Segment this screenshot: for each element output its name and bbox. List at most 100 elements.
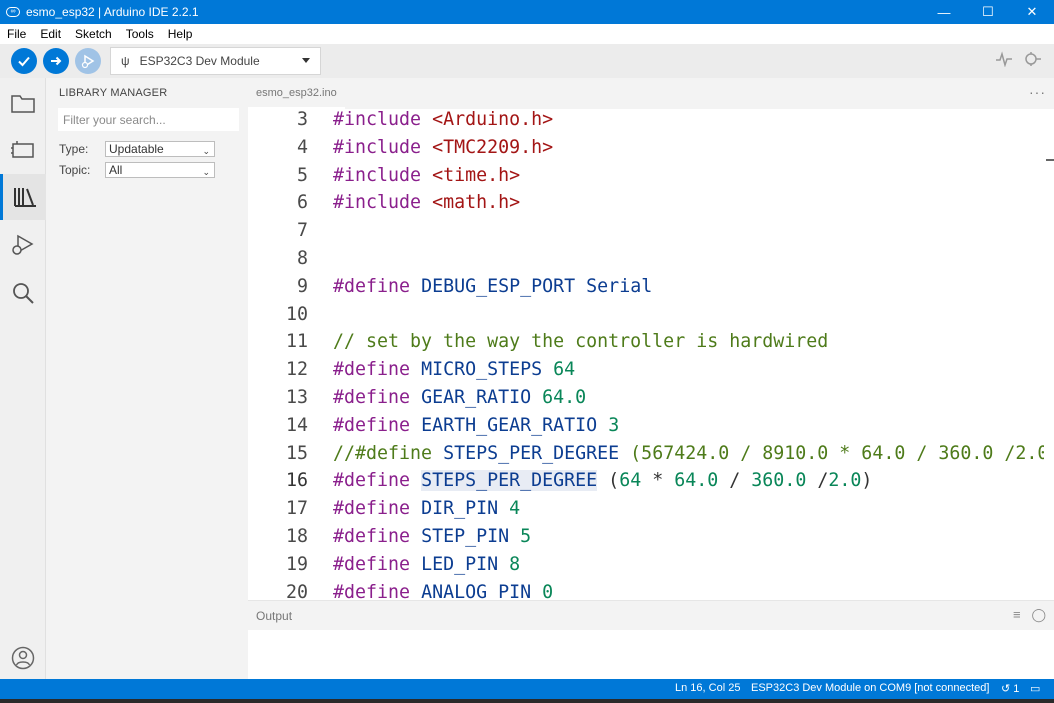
menu-sketch[interactable]: Sketch bbox=[68, 27, 119, 41]
code-line[interactable]: 11 // set by the way the controller is ha… bbox=[248, 328, 1044, 355]
board-selector[interactable]: ψ ESP32C3 Dev Module bbox=[110, 47, 321, 75]
board-icon bbox=[11, 141, 34, 158]
title-bar: ∞ esmo_esp32 | Arduino IDE 2.2.1 — ☐ ✕ bbox=[0, 0, 1054, 24]
line-number: 8 bbox=[296, 248, 308, 269]
library-search-input[interactable] bbox=[58, 108, 239, 131]
code-text: #define DEBUG_ESP_PORT Serial bbox=[333, 275, 653, 297]
code-text: #define STEP_PIN 5 bbox=[333, 526, 532, 547]
code-line[interactable]: 8 bbox=[248, 245, 1044, 272]
code-line[interactable]: 19 #define LED_PIN 8 bbox=[248, 551, 1044, 578]
line-number: 5 bbox=[296, 164, 308, 186]
line-number: 6 bbox=[296, 192, 308, 214]
sketchbook-button[interactable] bbox=[0, 80, 46, 126]
toolbar: ψ ESP32C3 Dev Module bbox=[0, 44, 1054, 78]
line-number: 15 bbox=[285, 442, 308, 464]
boards-manager-button[interactable] bbox=[0, 127, 46, 173]
type-label: Type: bbox=[59, 142, 89, 156]
topic-select[interactable]: All ⌄ bbox=[105, 162, 215, 178]
code-line[interactable]: 15 //#define STEPS_PER_DEGREE (567424.0 /… bbox=[248, 440, 1044, 467]
editor-tab-bar: esmo_esp32.ino ··· bbox=[248, 78, 1054, 109]
type-select[interactable]: Updatable ⌄ bbox=[105, 141, 215, 157]
menu-edit[interactable]: Edit bbox=[33, 27, 68, 41]
output-title: Output bbox=[256, 609, 293, 623]
code-line[interactable]: 5 #include <time.h> bbox=[248, 162, 1044, 189]
upload-button[interactable] bbox=[43, 48, 69, 74]
output-panel-header: Output ≡ ◯ bbox=[248, 600, 1054, 630]
search-panel-button[interactable] bbox=[0, 270, 46, 316]
code-line[interactable]: 12 #define MICRO_STEPS 64 bbox=[248, 356, 1044, 383]
usb-icon: ψ bbox=[121, 54, 130, 68]
status-bar: Ln 16, Col 25 ESP32C3 Dev Module on COM9… bbox=[0, 679, 1054, 699]
code-line[interactable]: 17 #define DIR_PIN 4 bbox=[248, 495, 1044, 522]
type-value: Updatable bbox=[109, 142, 164, 156]
library-manager-panel: LIBRARY MANAGER Type: Updatable ⌄ Topic:… bbox=[46, 78, 248, 679]
code-line[interactable]: 20 #define ANALOG_PIN 0 bbox=[248, 579, 1044, 600]
menu-tools[interactable]: Tools bbox=[119, 27, 161, 41]
lock-scroll-icon[interactable]: ◯ bbox=[1031, 607, 1046, 622]
folder-icon bbox=[11, 95, 35, 113]
chevron-down-icon: ⌄ bbox=[202, 146, 210, 156]
close-button[interactable]: ✕ bbox=[1010, 0, 1054, 24]
serial-plotter-icon[interactable] bbox=[990, 50, 1018, 72]
menu-file[interactable]: File bbox=[0, 27, 33, 41]
verify-button[interactable] bbox=[11, 48, 37, 74]
taskbar-edge bbox=[0, 699, 1054, 703]
topic-label: Topic: bbox=[59, 163, 91, 177]
menu-help[interactable]: Help bbox=[161, 27, 200, 41]
code-text: #define MICRO_STEPS 64 bbox=[333, 359, 576, 381]
code-line[interactable]: 7 bbox=[248, 217, 1044, 244]
search-icon bbox=[13, 283, 34, 304]
checkmark-icon bbox=[18, 56, 30, 67]
account-icon bbox=[11, 646, 35, 670]
menu-bar: File Edit Sketch Tools Help bbox=[0, 24, 1054, 44]
toggle-panel-icon[interactable]: ▭ bbox=[1030, 682, 1040, 695]
code-text: #define GEAR_RATIO 64.0 bbox=[333, 387, 587, 408]
code-text: #include <math.h> bbox=[333, 192, 521, 214]
maximize-button[interactable]: ☐ bbox=[966, 0, 1010, 24]
editor-scrollbar[interactable] bbox=[1044, 109, 1054, 600]
debug-button[interactable] bbox=[75, 48, 101, 74]
code-text: //#define STEPS_PER_DEGREE (567424.0 / 8… bbox=[333, 442, 1044, 464]
account-button[interactable] bbox=[0, 643, 46, 673]
minimize-button[interactable]: — bbox=[922, 0, 966, 24]
board-port-status[interactable]: ESP32C3 Dev Module on COM9 [not connecte… bbox=[751, 682, 989, 694]
code-text: #include <time.h> bbox=[333, 164, 521, 186]
board-name: ESP32C3 Dev Module bbox=[139, 54, 260, 68]
debug-icon bbox=[12, 234, 34, 255]
code-line[interactable]: 9 #define DEBUG_ESP_PORT Serial bbox=[248, 273, 1044, 300]
code-text: #define EARTH_GEAR_RATIO 3 bbox=[333, 414, 620, 436]
library-manager-button[interactable] bbox=[0, 174, 46, 220]
code-line[interactable]: 13 #define GEAR_RATIO 64.0 bbox=[248, 384, 1044, 411]
code-text: #define STEPS_PER_DEGREE (64 * 64.0 / 36… bbox=[333, 470, 873, 492]
arduino-logo-icon: ∞ bbox=[6, 7, 20, 17]
line-number: 20 bbox=[285, 581, 308, 600]
output-console[interactable] bbox=[248, 630, 1044, 679]
code-line[interactable]: 18 #define STEP_PIN 5 bbox=[248, 523, 1044, 550]
arrow-right-icon bbox=[51, 56, 62, 66]
debug-panel-button[interactable] bbox=[0, 222, 46, 268]
cursor-position[interactable]: Ln 16, Col 25 bbox=[675, 682, 740, 694]
notifications-indicator[interactable]: ↺ 1 bbox=[1001, 682, 1019, 695]
activity-bar bbox=[0, 78, 46, 679]
more-actions-icon[interactable]: ··· bbox=[1029, 84, 1046, 100]
line-number: 13 bbox=[285, 387, 308, 408]
code-line[interactable]: 10 bbox=[248, 301, 1044, 328]
code-text: #define DIR_PIN 4 bbox=[333, 498, 521, 520]
code-text: #define LED_PIN 8 bbox=[333, 553, 521, 575]
code-line[interactable]: 4 #include <TMC2209.h> bbox=[248, 134, 1044, 161]
code-line[interactable]: 3 #include <Arduino.h> bbox=[248, 109, 1044, 133]
chevron-down-icon bbox=[302, 58, 310, 63]
clear-output-icon[interactable]: ≡ bbox=[1013, 607, 1021, 622]
serial-monitor-icon[interactable] bbox=[1018, 51, 1046, 72]
code-text: #include <Arduino.h> bbox=[333, 109, 554, 130]
code-editor[interactable]: 3 #include <Arduino.h> 4 #include <TMC2209.… bbox=[248, 109, 1044, 600]
line-number: 18 bbox=[285, 526, 308, 547]
code-line[interactable]: 6 #include <math.h> bbox=[248, 189, 1044, 216]
line-number: 10 bbox=[285, 303, 308, 325]
code-line[interactable]: 16 #define STEPS_PER_DEGREE (64 * 64.0 / … bbox=[248, 467, 1044, 494]
line-number: 4 bbox=[296, 136, 308, 158]
tab-esmo-esp32[interactable]: esmo_esp32.ino bbox=[248, 78, 345, 109]
debug-play-icon bbox=[81, 54, 95, 69]
chevron-down-icon: ⌄ bbox=[202, 167, 210, 177]
code-line[interactable]: 14 #define EARTH_GEAR_RATIO 3 bbox=[248, 412, 1044, 439]
